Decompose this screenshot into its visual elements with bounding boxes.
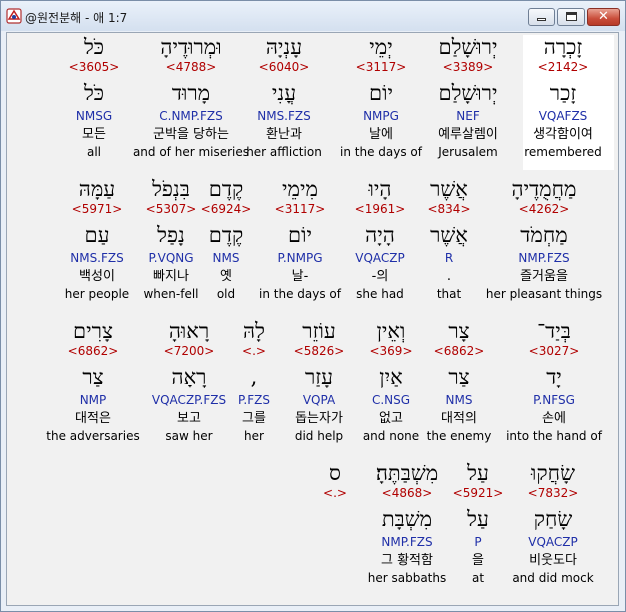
strong-number: <5971> — [71, 202, 123, 216]
morphology-code: NMS.FZS — [70, 251, 124, 265]
english-gloss: the adversaries — [46, 429, 140, 443]
hebrew-word: כֹּל — [83, 35, 105, 59]
minimize-button[interactable] — [528, 8, 555, 26]
maximize-icon — [566, 12, 577, 21]
minimize-icon — [537, 18, 546, 21]
english-gloss: all — [86, 145, 102, 159]
window-title: @원전분해 - 애 1:7 — [25, 11, 128, 25]
app-window: @원전분해 - 애 1:7 ✕ זָכְרָה <2142> זָכַר VQAFZS… — [0, 0, 626, 612]
lemma-word: עַם — [84, 223, 110, 247]
title-bar[interactable]: @원전분해 - 애 1:7 ✕ — [1, 1, 625, 31]
hebrew-word: ס — [329, 461, 341, 485]
hebrew-word: עַמָּהּ — [78, 177, 116, 201]
lemma-word: צַר — [82, 365, 104, 389]
lemma-word: כֹּל — [83, 81, 105, 105]
english-gloss: her people — [64, 287, 130, 301]
korean-gloss: 모든 — [82, 127, 106, 142]
morphology-code: NMP — [79, 393, 107, 407]
hebrew-word: צָרִים — [73, 319, 113, 343]
maximize-button[interactable] — [557, 8, 585, 26]
korean-gloss: 대적은 — [75, 411, 111, 426]
interlinear-panel: זָכְרָה <2142> זָכַר VQAFZS 생각함이여 remembered י… — [6, 32, 619, 606]
close-button[interactable]: ✕ — [587, 8, 620, 26]
strong-number: <.> — [323, 486, 347, 500]
morphology-code: NMSG — [75, 109, 113, 123]
close-icon: ✕ — [598, 9, 609, 24]
morphology-code: NMP.FZS — [381, 535, 433, 549]
app-icon — [6, 8, 22, 24]
lemma-word: מִשְׁבָּת — [381, 507, 433, 531]
english-gloss: her sabbaths — [367, 571, 447, 585]
korean-gloss: 백성이 — [79, 269, 115, 284]
korean-gloss: 그 황적함 — [381, 553, 433, 568]
strong-number: <3605> — [68, 60, 120, 74]
strong-number: <6862> — [67, 344, 119, 358]
